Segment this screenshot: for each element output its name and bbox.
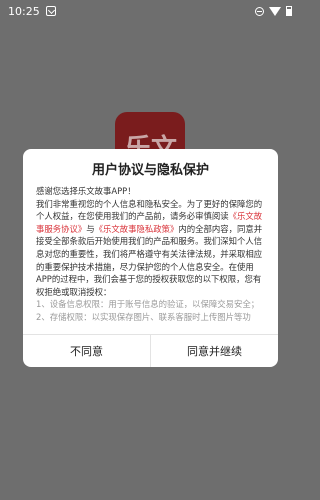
agreement-paragraph: 我们非常重视您的个人信息和隐私安全。为了更好的保障您的个人权益，在您使用我们的产… — [36, 198, 266, 299]
agree-continue-button[interactable]: 同意并继续 — [151, 335, 278, 367]
do-not-disturb-icon — [255, 6, 264, 16]
status-time: 10:25 — [8, 4, 40, 18]
and-text: 与 — [86, 223, 95, 234]
battery-icon — [286, 6, 292, 16]
greeting-text: 感谢您选择乐文故事APP！ — [36, 186, 136, 196]
agreement-text-b: 内的全部内容，同意并接受全部条款后开始使用我们的产品和服务。我们深知个人信息对您… — [36, 223, 263, 297]
disagree-button[interactable]: 不同意 — [23, 335, 150, 367]
privacy-policy-link[interactable]: 《乐文故事隐私政策》 — [95, 224, 179, 234]
permission-item-device: 1、设备信息权限：用于账号信息的验证，以保障交易安全； — [36, 299, 260, 310]
status-bar: 10:25 — [0, 0, 300, 22]
download-icon — [45, 6, 56, 16]
status-right — [255, 6, 292, 16]
status-left: 10:25 — [8, 5, 56, 18]
permission-item-storage: 2、存储权限：以实现保存图片、联系客服时上传图片等功能； — [36, 311, 251, 321]
dialog-title: 用户协议与隐私保护 — [91, 163, 209, 178]
wifi-icon — [269, 6, 281, 16]
privacy-dialog: 用户协议与隐私保护 感谢您选择乐文故事APP！ 我们非常重视您的个人信息和隐私安… — [23, 149, 278, 367]
dialog-body[interactable]: 感谢您选择乐文故事APP！ 我们非常重视您的个人信息和隐私安全。为了更好的保障您… — [36, 185, 266, 321]
